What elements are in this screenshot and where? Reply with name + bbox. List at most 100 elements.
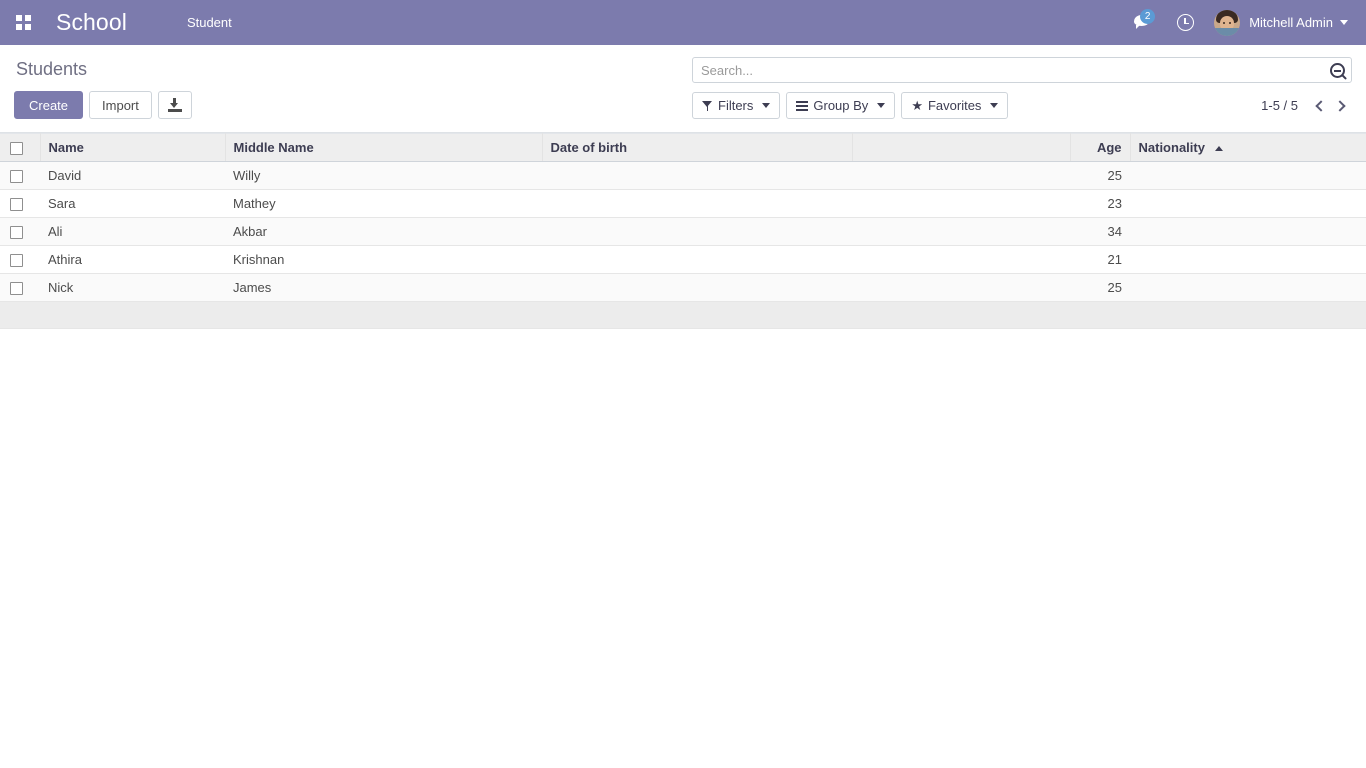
apps-menu-toggle[interactable] xyxy=(6,6,40,40)
students-table: Name Middle Name Date of birth Age Natio… xyxy=(0,133,1366,330)
column-header-date-of-birth[interactable]: Date of birth xyxy=(542,133,853,163)
cell-nationality xyxy=(1130,161,1366,191)
table-header-row: Name Middle Name Date of birth Age Natio… xyxy=(0,133,1366,163)
chevron-right-icon xyxy=(1333,99,1346,112)
breadcrumb: Students xyxy=(16,59,88,79)
cell-nationality xyxy=(1130,273,1366,303)
row-select-cell[interactable] xyxy=(0,245,40,275)
activities-menu[interactable] xyxy=(1165,0,1206,45)
cell-date-of-birth xyxy=(542,245,852,275)
nav-item-student[interactable]: Student xyxy=(179,0,240,45)
cell-nationality xyxy=(1130,189,1366,219)
favorites-label: Favorites xyxy=(927,98,982,113)
cell-nationality xyxy=(1130,217,1366,247)
cell-spacer xyxy=(852,273,1070,303)
navbar-systray: 2 Mitchell Admin xyxy=(1122,0,1352,45)
create-button[interactable]: Create xyxy=(14,91,84,119)
cell-age: 34 xyxy=(1070,217,1130,247)
column-header-nationality-label: Nationality xyxy=(1138,140,1205,156)
search-minus-icon[interactable] xyxy=(1330,62,1345,78)
pager-previous-button[interactable] xyxy=(1308,94,1330,118)
user-menu[interactable]: Mitchell Admin xyxy=(1206,0,1352,45)
row-checkbox[interactable] xyxy=(10,282,23,296)
row-select-cell[interactable] xyxy=(0,217,40,247)
cell-age: 25 xyxy=(1070,161,1130,191)
control-panel-left: Students Create Import xyxy=(14,53,674,119)
footer-cell xyxy=(852,301,1070,330)
footer-cell xyxy=(1130,301,1366,330)
column-header-age[interactable]: Age xyxy=(1070,133,1131,163)
cell-date-of-birth xyxy=(542,189,852,219)
cell-date-of-birth xyxy=(542,217,852,247)
select-all-checkbox[interactable] xyxy=(10,142,23,156)
funnel-icon xyxy=(702,100,713,111)
search-input[interactable] xyxy=(701,59,1324,81)
brand-title[interactable]: School xyxy=(56,9,127,36)
row-select-cell[interactable] xyxy=(0,161,40,191)
chevron-down-icon xyxy=(990,103,999,108)
column-header-name[interactable]: Name xyxy=(40,133,226,163)
column-header-nationality[interactable]: Nationality xyxy=(1130,133,1366,163)
import-button[interactable]: Import xyxy=(89,91,152,119)
sort-ascending-icon xyxy=(1214,146,1223,152)
pager: 1-5 / 5 xyxy=(1261,94,1352,118)
messages-menu[interactable]: 2 xyxy=(1122,0,1165,45)
row-checkbox[interactable] xyxy=(10,198,23,212)
cell-name: Nick xyxy=(40,273,225,303)
footer-cell xyxy=(40,301,225,330)
cell-spacer xyxy=(852,189,1070,219)
cell-nationality xyxy=(1130,245,1366,275)
table-row[interactable]: Ali Akbar 34 xyxy=(0,217,1366,247)
group-by-dropdown[interactable]: Group By xyxy=(786,92,896,119)
row-select-cell[interactable] xyxy=(0,189,40,219)
table-row[interactable]: Athira Krishnan 21 xyxy=(0,245,1366,275)
control-panel-right: Filters Group By ★ Favorites 1-5 / 5 xyxy=(674,53,1352,119)
favorites-dropdown[interactable]: ★ Favorites xyxy=(901,92,1009,119)
chevron-left-icon xyxy=(1314,99,1327,112)
footer-cell xyxy=(0,301,40,330)
cell-age: 25 xyxy=(1070,273,1130,303)
table-row[interactable]: David Willy 25 xyxy=(0,161,1366,191)
select-all-header[interactable] xyxy=(0,133,41,163)
search-options-row: Filters Group By ★ Favorites 1-5 / 5 xyxy=(692,92,1352,119)
cell-name: David xyxy=(40,161,225,191)
pager-next-button[interactable] xyxy=(1330,94,1352,118)
cell-middle-name: Akbar xyxy=(225,217,542,247)
cell-middle-name: Mathey xyxy=(225,189,542,219)
cell-middle-name: Willy xyxy=(225,161,542,191)
cell-spacer xyxy=(852,161,1070,191)
column-header-middle-name[interactable]: Middle Name xyxy=(225,133,543,163)
navbar-menu: Student xyxy=(179,0,240,45)
row-checkbox[interactable] xyxy=(10,170,23,184)
search-view[interactable] xyxy=(692,57,1352,83)
avatar xyxy=(1214,9,1241,36)
list-view: Name Middle Name Date of birth Age Natio… xyxy=(0,133,1366,768)
cell-name: Sara xyxy=(40,189,225,219)
footer-cell xyxy=(1070,301,1130,330)
group-by-label: Group By xyxy=(813,98,869,113)
column-header-age-label: Age xyxy=(1096,140,1122,156)
apps-grid-icon xyxy=(15,15,31,30)
user-name-label: Mitchell Admin xyxy=(1249,15,1333,30)
top-navbar: School Student 2 Mitchell Admin xyxy=(0,0,1366,45)
chevron-down-icon xyxy=(877,103,886,108)
table-row[interactable]: Sara Mathey 23 xyxy=(0,189,1366,219)
filters-label: Filters xyxy=(718,98,754,113)
cell-name: Athira xyxy=(40,245,225,275)
chevron-down-icon xyxy=(762,103,771,108)
export-button[interactable] xyxy=(157,91,192,119)
star-icon: ★ xyxy=(911,98,923,113)
row-select-cell[interactable] xyxy=(0,273,40,303)
cell-age: 23 xyxy=(1070,189,1130,219)
table-row[interactable]: Nick James 25 xyxy=(0,273,1366,303)
cell-spacer xyxy=(852,217,1070,247)
column-header-spacer xyxy=(852,133,1071,163)
row-checkbox[interactable] xyxy=(10,226,23,240)
clock-icon xyxy=(1177,14,1195,31)
action-buttons: Create Import xyxy=(14,91,674,119)
bars-icon xyxy=(796,100,809,111)
cell-spacer xyxy=(852,245,1070,275)
footer-cell xyxy=(225,301,542,330)
row-checkbox[interactable] xyxy=(10,254,23,268)
filters-dropdown[interactable]: Filters xyxy=(692,92,781,119)
